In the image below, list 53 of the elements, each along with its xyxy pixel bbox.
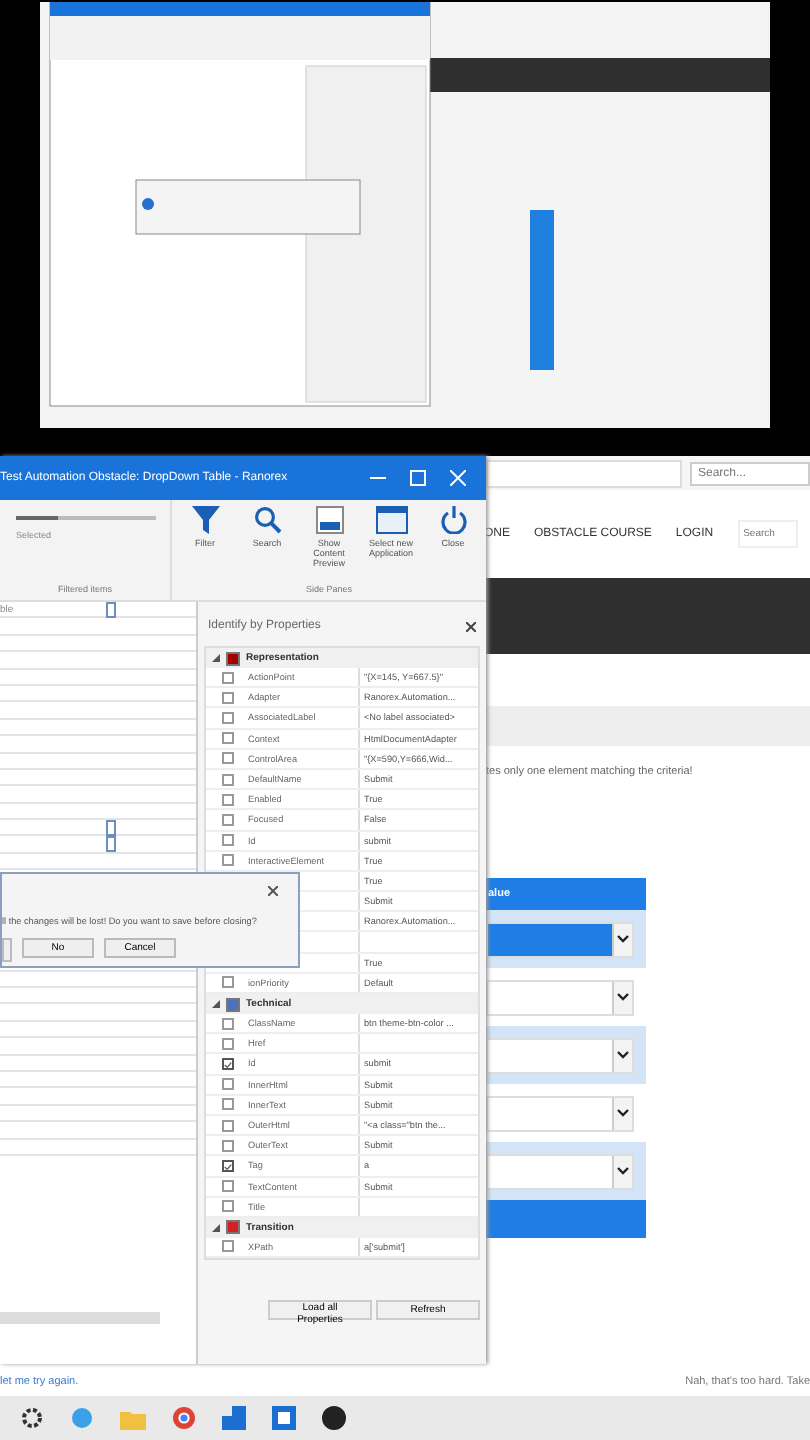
checkbox[interactable] bbox=[222, 671, 234, 684]
checkbox[interactable] bbox=[222, 813, 234, 826]
checkbox[interactable] bbox=[222, 1159, 234, 1172]
power-icon bbox=[439, 506, 467, 534]
chevron-down-icon bbox=[616, 1166, 630, 1176]
column-icon bbox=[106, 601, 116, 618]
checkbox[interactable] bbox=[222, 1139, 234, 1152]
checkbox[interactable] bbox=[222, 1078, 234, 1091]
checkbox[interactable] bbox=[222, 1037, 234, 1050]
gear-icon[interactable] bbox=[20, 1406, 44, 1430]
dropdown-field[interactable] bbox=[486, 979, 634, 1015]
checkbox[interactable] bbox=[222, 1240, 234, 1253]
checkbox[interactable] bbox=[222, 752, 234, 765]
collapse-icon[interactable] bbox=[212, 1223, 220, 1232]
checkbox[interactable] bbox=[222, 834, 234, 847]
window-icon bbox=[375, 506, 407, 534]
chevron-down-icon bbox=[616, 1050, 630, 1060]
dropdown-field[interactable] bbox=[486, 1153, 634, 1189]
browser-icon[interactable] bbox=[172, 1406, 196, 1430]
maximize-icon bbox=[410, 470, 426, 486]
checkbox[interactable] bbox=[222, 976, 234, 989]
filter-icon bbox=[191, 506, 219, 534]
collapse-icon[interactable] bbox=[212, 654, 220, 662]
checkbox[interactable] bbox=[222, 854, 234, 867]
close-icon[interactable] bbox=[466, 621, 476, 631]
app-icon[interactable] bbox=[322, 1406, 346, 1430]
dropdown-field[interactable] bbox=[486, 921, 634, 957]
globe-icon[interactable] bbox=[70, 1406, 94, 1430]
checkbox[interactable] bbox=[222, 711, 234, 724]
checkbox[interactable] bbox=[222, 732, 234, 745]
checkbox[interactable] bbox=[222, 1180, 234, 1193]
chevron-down-icon bbox=[616, 934, 630, 944]
dialog-button[interactable] bbox=[2, 938, 12, 962]
collapse-icon[interactable] bbox=[212, 1000, 220, 1008]
horizontal-scrollbar[interactable] bbox=[0, 1312, 160, 1324]
panel-icon bbox=[315, 506, 343, 534]
checkbox[interactable] bbox=[222, 1119, 234, 1132]
tree-row[interactable] bbox=[0, 836, 196, 854]
chevron-down-icon bbox=[616, 1108, 630, 1118]
tree-row[interactable] bbox=[0, 820, 196, 837]
close-icon[interactable] bbox=[268, 886, 278, 896]
dropdown-field[interactable] bbox=[486, 1095, 634, 1131]
search-icon bbox=[253, 506, 281, 534]
checkbox[interactable] bbox=[222, 793, 234, 806]
dropdown-field[interactable] bbox=[486, 1037, 634, 1073]
checkbox[interactable] bbox=[222, 1017, 234, 1030]
chevron-down-icon bbox=[616, 992, 630, 1002]
checkbox[interactable] bbox=[222, 691, 234, 704]
close-icon bbox=[450, 470, 466, 486]
checkbox[interactable] bbox=[222, 1098, 234, 1111]
checkbox[interactable] bbox=[222, 773, 234, 786]
checkbox[interactable] bbox=[222, 1200, 234, 1213]
checkbox[interactable] bbox=[222, 1057, 234, 1070]
